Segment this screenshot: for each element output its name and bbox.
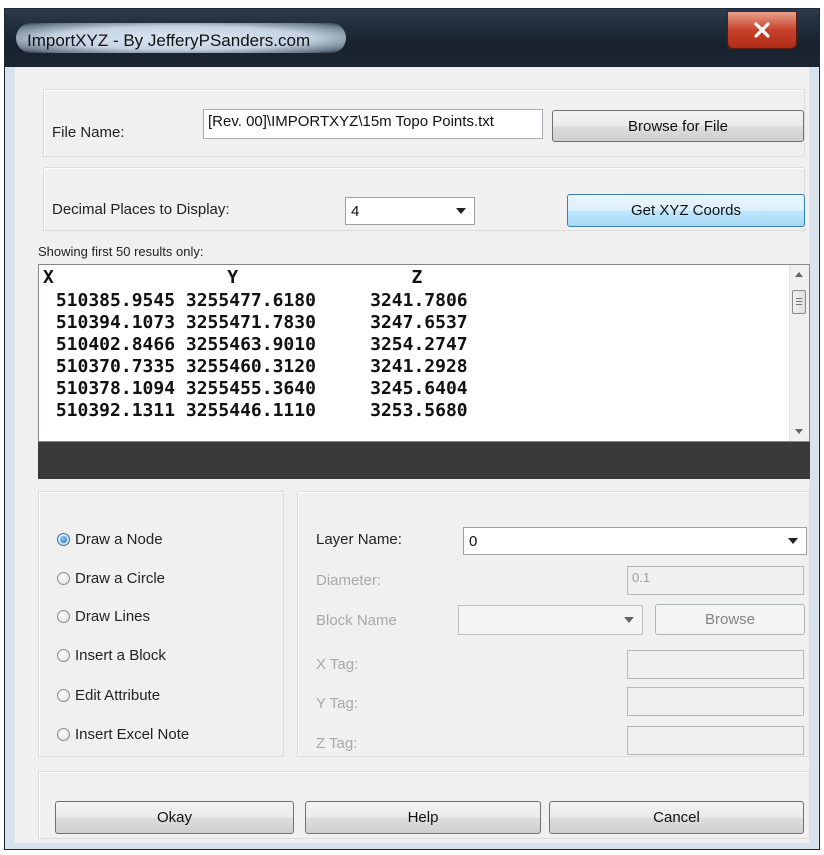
radio-label: Draw Lines [75,608,151,625]
radio-unselected-icon [57,572,70,585]
diameter-label: Diameter: [316,572,382,589]
results-scrollbar[interactable] [789,265,809,441]
radio-edit-attribute[interactable]: Edit Attribute [57,687,160,704]
okay-button[interactable]: Okay [55,801,294,834]
radio-label: Insert Excel Note [75,726,190,743]
radio-label: Edit Attribute [75,687,161,704]
x-tag-label: X Tag: [316,656,359,673]
radio-draw-lines[interactable]: Draw Lines [57,608,150,625]
radio-label: Insert a Block [75,647,166,664]
y-tag-label: Y Tag: [316,695,358,712]
result-row: 510392.1311 3255446.1110 3253.5680 [45,400,468,421]
scroll-up-icon[interactable] [795,272,803,277]
radio-insert-excel-note[interactable]: Insert Excel Note [57,726,189,743]
radio-label: Draw a Circle [75,570,166,587]
scroll-down-icon[interactable] [795,429,803,434]
radio-draw-a-circle[interactable]: Draw a Circle [57,570,165,587]
block-name-label: Block Name [316,612,397,629]
chevron-down-icon [624,617,634,623]
radio-selected-icon [57,533,70,546]
layer-name-value: 0 [469,533,478,550]
chevron-down-icon [788,538,798,544]
z-tag-input[interactable] [627,726,804,755]
results-header-row: X Y Z [43,267,423,288]
x-tag-input[interactable] [627,650,804,679]
cancel-button[interactable]: Cancel [549,801,804,834]
radio-draw-a-node[interactable]: Draw a Node [57,531,163,548]
diameter-input[interactable]: 0.1 [627,566,804,595]
radio-unselected-icon [57,610,70,623]
close-icon [754,22,770,38]
result-row: 510402.8466 3255463.9010 3254.2747 [45,334,468,355]
import-xyz-dialog: ImportXYZ - By JefferyPSanders.com File … [4,8,820,850]
y-tag-input[interactable] [627,687,804,716]
z-tag-label: Z Tag: [316,735,358,752]
result-row: 510385.9545 3255477.6180 3241.7806 [45,290,468,311]
results-note: Showing first 50 results only: [38,244,204,259]
radio-unselected-icon [57,649,70,662]
radio-unselected-icon [57,689,70,702]
results-listbox[interactable]: X Y Z 510385.9545 3255477.6180 3241.7806… [38,264,810,442]
dialog-body: File Name: [Rev. 00]\IMPORTXYZ\15m Topo … [15,67,810,843]
layer-name-select[interactable]: 0 [463,527,807,555]
window-title: ImportXYZ - By JefferyPSanders.com [27,31,311,50]
file-name-label: File Name: [52,124,125,141]
status-strip [38,442,810,479]
chevron-down-icon [456,208,466,214]
radio-label: Draw a Node [75,531,163,548]
title-bar[interactable]: ImportXYZ - By JefferyPSanders.com [5,9,819,67]
result-row: 510370.7335 3255460.3120 3241.2928 [45,356,468,377]
file-name-input[interactable]: [Rev. 00]\IMPORTXYZ\15m Topo Points.txt [203,109,543,139]
close-button[interactable] [727,11,797,49]
scroll-thumb[interactable] [792,290,806,314]
result-row: 510378.1094 3255455.3640 3245.6404 [45,378,468,399]
decimal-places-value: 4 [351,203,360,220]
decimal-places-select[interactable]: 4 [345,197,475,225]
radio-unselected-icon [57,728,70,741]
get-xyz-coords-button[interactable]: Get XYZ Coords [567,194,805,227]
browse-for-file-button[interactable]: Browse for File [552,110,804,142]
result-row: 510394.1073 3255471.7830 3247.6537 [45,312,468,333]
browse-block-button[interactable]: Browse [655,604,805,635]
radio-insert-a-block[interactable]: Insert a Block [57,647,166,664]
decimal-places-label: Decimal Places to Display: [52,201,230,218]
help-button[interactable]: Help [305,801,541,834]
block-name-select[interactable] [458,605,643,635]
layer-name-label: Layer Name: [316,531,402,548]
